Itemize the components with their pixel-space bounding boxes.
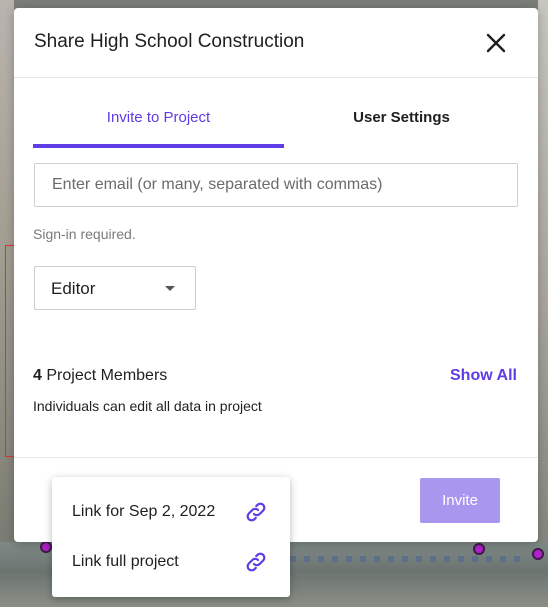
tab-invite-to-project[interactable]: Invite to Project (33, 96, 284, 148)
link-menu-item-full-project[interactable]: Link full project (52, 538, 290, 588)
role-selected-value: Editor (51, 279, 96, 298)
invite-button[interactable]: Invite (420, 478, 500, 523)
link-menu-item-date[interactable]: Link for Sep 2, 2022 (52, 488, 290, 538)
role-dropdown[interactable]: Editor (34, 266, 196, 310)
map-marker[interactable] (532, 548, 544, 560)
map-parking-stripes (290, 556, 520, 562)
map-edge-right (538, 0, 548, 607)
link-menu-item-label: Link full project (72, 553, 179, 570)
share-tabs: Invite to Project User Settings (33, 96, 519, 148)
footer-divider (14, 457, 538, 458)
modal-header: Share High School Construction (14, 8, 538, 78)
modal-title: Share High School Construction (34, 31, 305, 52)
link-icon (246, 502, 266, 522)
members-label: Project Members (46, 367, 168, 384)
map-marker[interactable] (40, 541, 52, 553)
members-count: 4 (33, 367, 42, 384)
map-red-outline (5, 245, 14, 457)
link-menu-item-label: Link for Sep 2, 2022 (72, 503, 216, 520)
show-all-link[interactable]: Show All (450, 367, 517, 385)
map-edge-left (0, 0, 14, 607)
project-members-heading: 4 Project Members (33, 367, 167, 385)
caret-down-icon (165, 286, 175, 291)
email-input[interactable] (34, 163, 518, 207)
share-modal: Share High School Construction Invite to… (14, 8, 538, 542)
sign-in-hint: Sign-in required. (33, 226, 136, 242)
close-button[interactable] (482, 29, 510, 57)
copy-link-menu: Link for Sep 2, 2022 Link full project (52, 477, 290, 597)
link-icon (246, 552, 266, 572)
members-description: Individuals can edit all data in project (33, 398, 262, 414)
map-marker[interactable] (473, 543, 485, 555)
tab-user-settings[interactable]: User Settings (284, 96, 519, 144)
close-icon (486, 33, 506, 53)
